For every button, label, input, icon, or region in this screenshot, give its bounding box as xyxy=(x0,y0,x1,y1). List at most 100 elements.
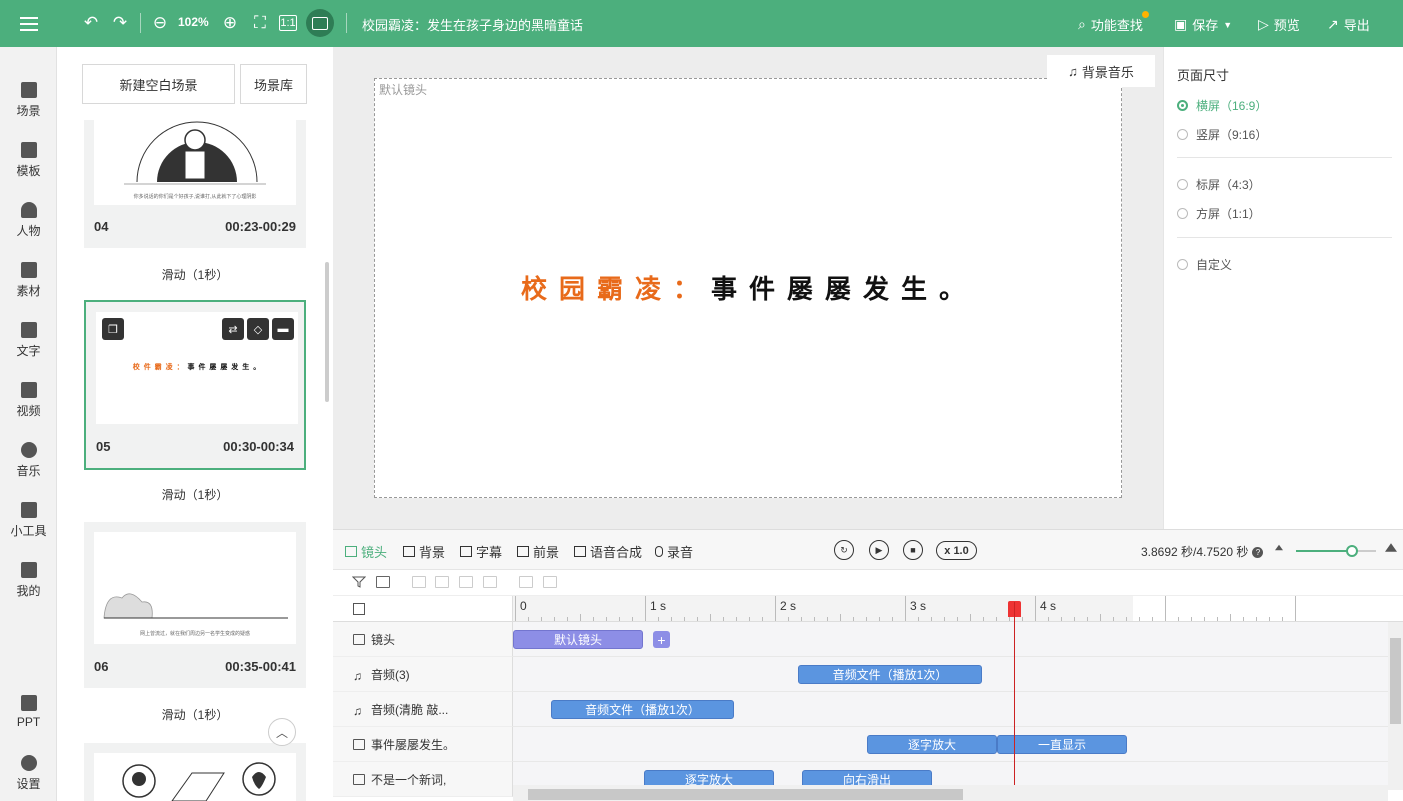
nav-item-video[interactable]: 视频 xyxy=(0,382,57,432)
ruler-tick xyxy=(879,617,880,621)
scrollbar-thumb[interactable] xyxy=(528,789,963,800)
track-label-text-2[interactable]: 不是一个新词, xyxy=(333,762,513,797)
time-ruler[interactable]: 0 1 s 2 s 3 s 4 s xyxy=(513,596,1403,622)
zoom-out-icon[interactable]: ⊖ xyxy=(149,12,171,34)
scene-card-07[interactable] xyxy=(84,743,306,801)
stop-button[interactable]: ■ xyxy=(903,540,923,560)
scene-card-06[interactable]: 网上曾流过，就在我们周边另一名学生变成的疑惑 06 00:35-00:41 xyxy=(84,522,306,688)
track-label-camera[interactable]: 镜头 xyxy=(333,622,513,657)
radio-custom[interactable]: 自定义 xyxy=(1177,256,1232,273)
layers-icon[interactable] xyxy=(353,603,365,615)
radio-square[interactable]: 方屏（1:1） xyxy=(1177,205,1261,222)
nav-item-music[interactable]: 音乐 xyxy=(0,442,57,492)
tab-tts[interactable]: 语音合成 xyxy=(574,542,642,561)
copy-icon[interactable]: ❐ xyxy=(102,318,124,340)
stage-headline[interactable]: 校园霸凌：事件屡屡发生。 xyxy=(375,269,1123,306)
nav-item-settings[interactable]: 设置 xyxy=(0,755,57,801)
tab-subtitle[interactable]: 字幕 xyxy=(460,542,502,561)
notification-dot xyxy=(1141,11,1149,18)
headline-black: 事件屡屡发生。 xyxy=(711,275,978,305)
clip-audio-file[interactable]: 音频文件（播放1次） xyxy=(798,665,982,684)
help-icon[interactable]: ? xyxy=(1252,547,1264,559)
undo-icon[interactable]: ↶ xyxy=(80,12,102,34)
track-label-text-1[interactable]: 事件屡屡发生。 xyxy=(333,727,513,762)
timeline-zoom-slider[interactable] xyxy=(1296,545,1376,557)
timeline-vertical-scrollbar[interactable] xyxy=(1388,622,1403,790)
new-blank-scene-button[interactable]: 新建空白场景 xyxy=(82,64,235,104)
export-label: 导出 xyxy=(1343,18,1370,33)
document-title[interactable]: 校园霸凌：发生在孩子身边的黑暗童话 xyxy=(362,15,583,34)
tab-foreground[interactable]: 前景 xyxy=(517,542,559,561)
ruler-tick xyxy=(788,617,789,621)
scene-caption: 网上曾流过，就在我们周边另一名学生变成的疑惑 xyxy=(139,631,250,637)
timeline-horizontal-scrollbar[interactable] xyxy=(513,785,1388,801)
feature-search-button[interactable]: ⌕ 功能查找 xyxy=(1078,11,1149,34)
ruler-tick xyxy=(931,617,932,621)
tab-background[interactable]: 背景 xyxy=(403,542,445,561)
swap-icon[interactable]: ⇄ xyxy=(222,318,244,340)
scene-scrollbar[interactable] xyxy=(325,262,329,402)
ruler-tick xyxy=(1165,596,1166,621)
scene-transition[interactable]: 滑动（1秒） xyxy=(84,266,306,283)
nav-item-text[interactable]: 文字 xyxy=(0,322,57,372)
nav-item-tools[interactable]: 小工具 xyxy=(0,502,57,552)
nav-item-character[interactable]: 人物 xyxy=(0,202,57,252)
export-button[interactable]: ↗ 导出 xyxy=(1327,15,1370,34)
zoom-out-mountain-icon[interactable] xyxy=(1275,544,1283,551)
zoom-in-mountain-icon[interactable] xyxy=(1385,543,1397,552)
clip-zoom-in-text[interactable]: 逐字放大 xyxy=(867,735,997,754)
stage-canvas[interactable]: 默认镜头 校园霸凌：事件屡屡发生。 xyxy=(374,78,1122,498)
group-icon[interactable] xyxy=(376,576,390,588)
tab-record[interactable]: 录音 xyxy=(655,542,693,561)
menu-button[interactable] xyxy=(0,0,57,47)
scene-card-04[interactable]: 你多说话的你们是个好孩子,说谁打,从此就下了心理阴影 04 00:23-00:2… xyxy=(84,120,306,248)
clip-default-camera[interactable]: 默认镜头 xyxy=(513,630,643,649)
background-music-button[interactable]: ♫ 背景音乐 xyxy=(1047,55,1155,87)
ruler-tick xyxy=(1295,596,1296,621)
save-button[interactable]: ▣ 保存 ▼ xyxy=(1174,15,1232,34)
scroll-to-top-button[interactable]: ︿ xyxy=(268,718,296,746)
play-icon: ▶ xyxy=(875,544,883,555)
feature-search-label: 功能查找 xyxy=(1091,11,1149,34)
ruler-tick xyxy=(567,617,568,621)
speed-button[interactable]: x 1.0 xyxy=(936,541,977,560)
ruler-tick xyxy=(1100,614,1101,621)
ruler-tick xyxy=(619,617,620,621)
filter-icon[interactable] xyxy=(351,576,367,588)
toolbar-divider xyxy=(346,13,347,33)
radio-standard[interactable]: 标屏（4:3） xyxy=(1177,176,1261,193)
eraser-icon[interactable]: ◇ xyxy=(247,318,269,340)
scrollbar-thumb[interactable] xyxy=(1390,638,1401,724)
preview-button[interactable]: ▷ 预览 xyxy=(1258,15,1300,34)
ruler-tick xyxy=(762,617,763,621)
radio-portrait[interactable]: 竖屏（9:16） xyxy=(1177,126,1267,143)
redo-icon[interactable]: ↷ xyxy=(109,12,131,34)
actual-size-icon[interactable]: 1:1 xyxy=(279,15,297,31)
trash-icon[interactable]: ▬ xyxy=(272,318,294,340)
scene-library-button[interactable]: 场景库 xyxy=(240,64,307,104)
scene-transition[interactable]: 滑动（1秒） xyxy=(84,486,306,503)
nav-item-material[interactable]: 素材 xyxy=(0,262,57,312)
track-label-audio-knock[interactable]: ♫ 音频(清脆 敲... xyxy=(333,692,513,727)
nav-item-ppt[interactable]: PPT xyxy=(0,695,57,745)
zoom-in-icon[interactable]: ⊕ xyxy=(219,12,241,34)
add-clip-button[interactable]: + xyxy=(653,631,670,648)
camera-icon xyxy=(353,633,365,645)
nav-item-scene[interactable]: 场景 xyxy=(0,82,57,132)
scene-card-05[interactable]: ❐ ⇄ ◇ ▬ 校 件 霸 凌 ： 事 件 屡 屡 发 生 。 05 00:30… xyxy=(84,300,306,470)
clip-always-show[interactable]: 一直显示 xyxy=(997,735,1127,754)
radio-landscape[interactable]: 横屏（16:9） xyxy=(1177,97,1267,114)
left-nav: 场景 模板 人物 素材 文字 视频 音乐 小工具 我的 PPT 设置 xyxy=(0,47,57,801)
slider-knob[interactable] xyxy=(1346,545,1358,557)
track-label-audio-3[interactable]: ♫ 音频(3) xyxy=(333,657,513,692)
tab-camera[interactable]: 镜头 xyxy=(345,542,387,561)
ppt-icon xyxy=(20,695,37,711)
replay-button[interactable]: ↻ xyxy=(834,540,854,560)
fullscreen-icon[interactable]: ⛶ xyxy=(249,12,271,34)
nav-item-mine[interactable]: 我的 xyxy=(0,562,57,612)
nav-item-template[interactable]: 模板 xyxy=(0,142,57,192)
timeline-tabs: 镜头 背景 字幕 前景 语音合成 录音 ↻ ▶ ■ x 1.0 3.8692 秒… xyxy=(333,530,1403,570)
subtitle-mode-button[interactable] xyxy=(306,9,334,37)
clip-audio-file[interactable]: 音频文件（播放1次） xyxy=(551,700,734,719)
play-button[interactable]: ▶ xyxy=(869,540,889,560)
